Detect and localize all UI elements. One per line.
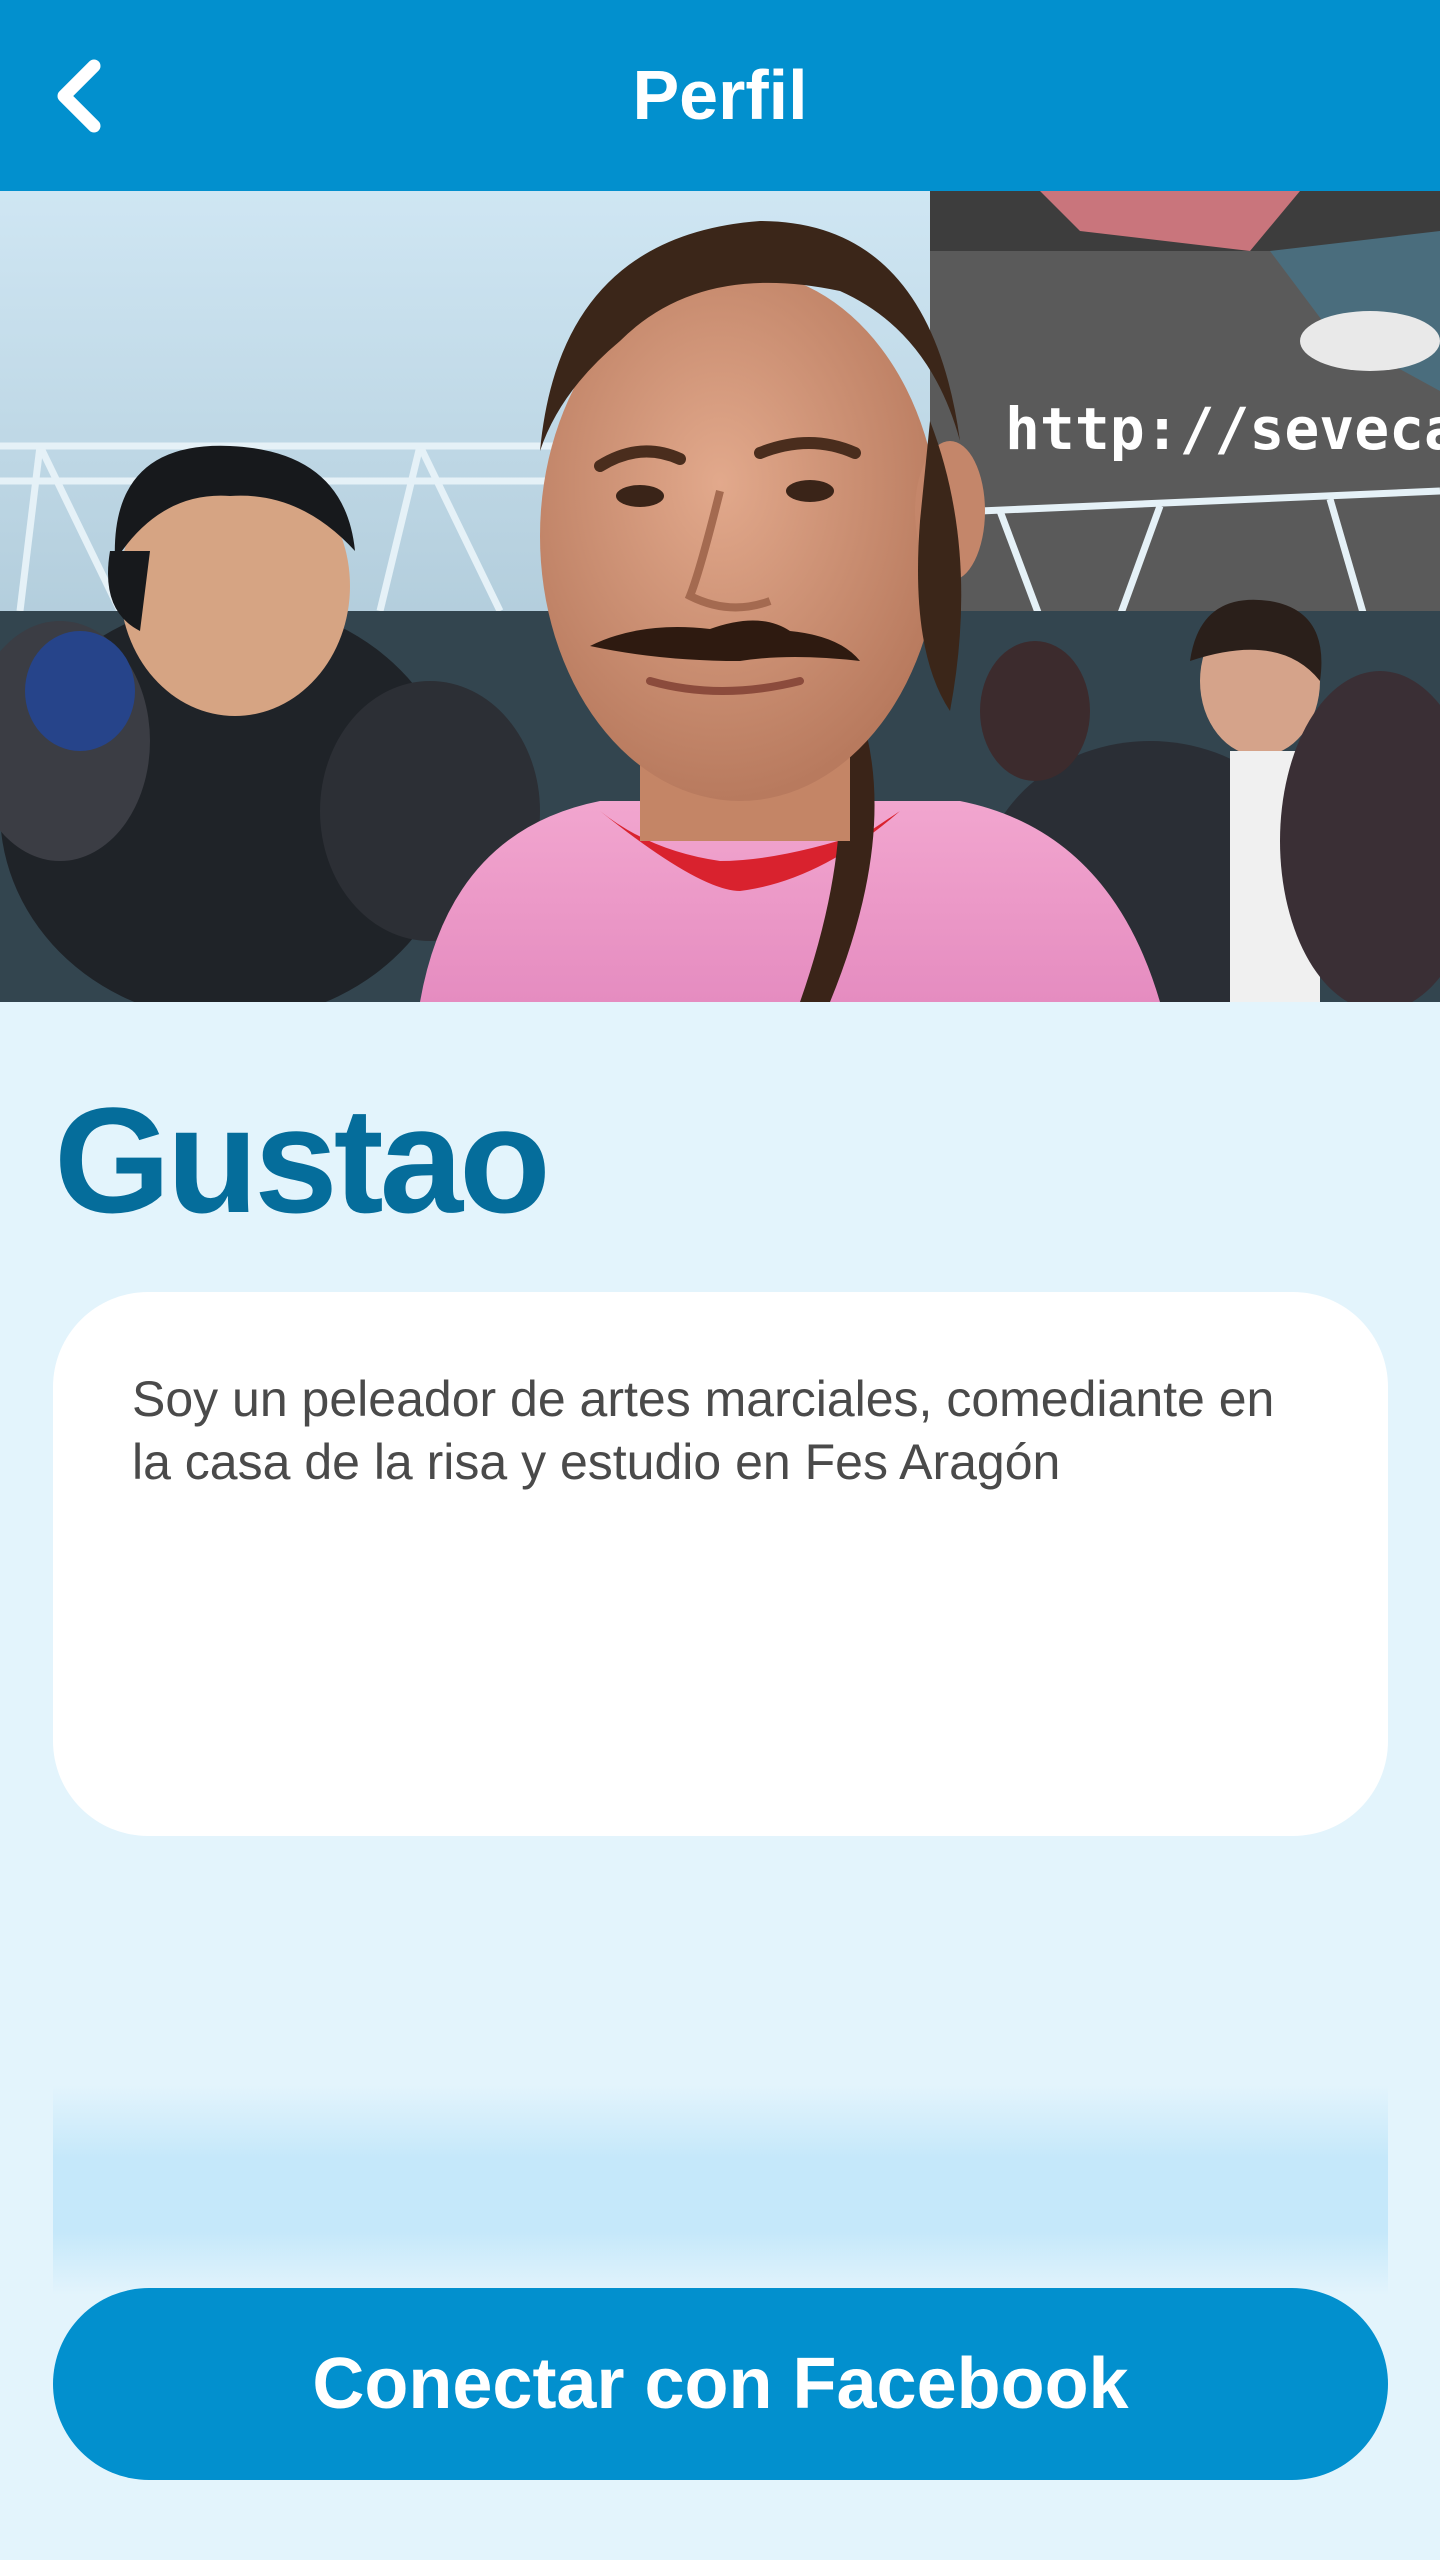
profile-photo: http://seveca <box>0 191 1440 1002</box>
footer-fade <box>53 2085 1388 2295</box>
connect-facebook-button[interactable]: Conectar con Facebook <box>53 2288 1388 2480</box>
bio-text: Soy un peleador de artes marciales, come… <box>132 1371 1275 1490</box>
back-button[interactable] <box>40 48 120 144</box>
screen-title: Perfil <box>632 56 808 134</box>
chevron-left-icon <box>57 59 101 133</box>
app-bar: Perfil <box>0 0 1440 191</box>
profile-name: Gustao <box>54 1076 551 1244</box>
photo-watermark: http://seveca <box>1005 395 1440 463</box>
